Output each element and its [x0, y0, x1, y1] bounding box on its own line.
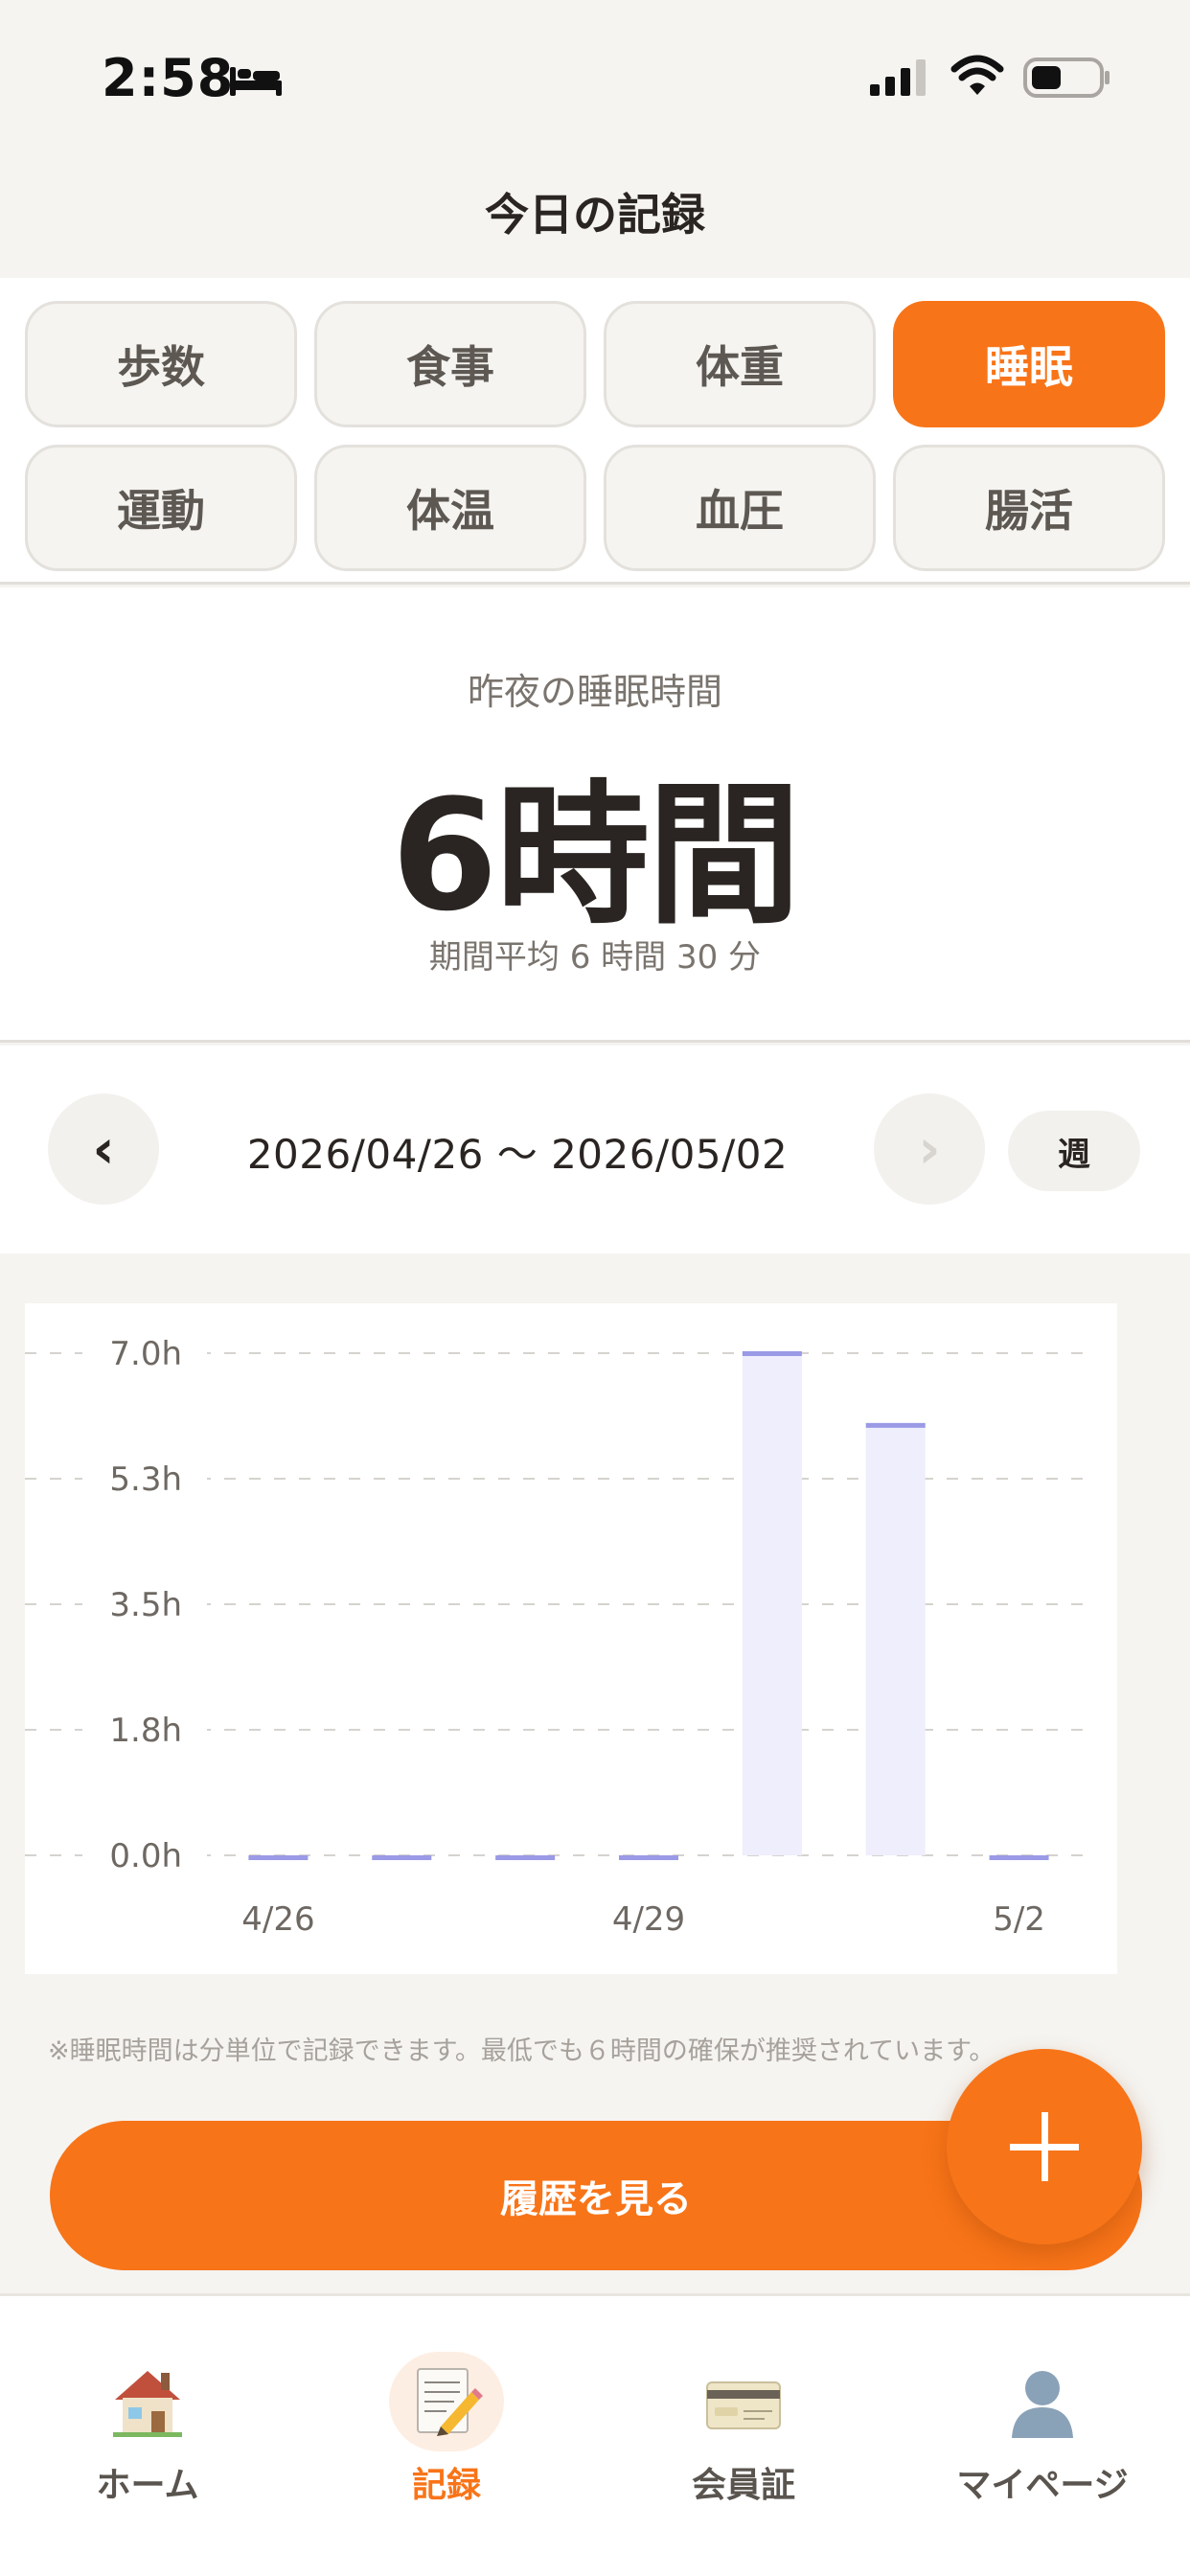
battery-icon [1023, 58, 1110, 98]
category-blood-pressure-button[interactable]: 血圧 [604, 445, 876, 571]
tab-bar: ホーム 記録 会員証 マイページ [0, 2293, 1190, 2576]
tab-member-card[interactable]: 会員証 [619, 2363, 868, 2526]
summary-value: 6時間 [391, 766, 800, 945]
chart-bar-cap [248, 1855, 309, 1860]
page-title: 今日の記録 [485, 189, 705, 241]
sleep-chart: 7.0h 5.3h 3.5h 1.8h 0.0h 4/26 4/29 5/2 [25, 1303, 1117, 1974]
person-icon [1012, 2371, 1073, 2438]
y-tick-label: 0.0h [109, 1837, 182, 1875]
tab-home[interactable]: ホーム [23, 2363, 272, 2526]
tab-mypage-label: マイページ [956, 2466, 1129, 2505]
y-tick-label: 5.3h [109, 1460, 182, 1499]
chart-bar-cap [742, 1351, 802, 1356]
y-tick-label: 3.5h [109, 1586, 182, 1624]
x-tick-label: 4/26 [241, 1900, 314, 1939]
wifi-icon [950, 55, 1004, 95]
category-weight-button[interactable]: 体重 [604, 301, 876, 427]
bed-icon [230, 67, 282, 96]
category-sleep-button[interactable]: 睡眠 [893, 301, 1165, 427]
y-tick-label: 7.0h [109, 1335, 182, 1373]
chart-bar [742, 1353, 802, 1855]
tab-member-card-label: 会員証 [691, 2466, 795, 2505]
x-tick-label: 5/2 [993, 1900, 1045, 1939]
x-tick-label: 4/29 [612, 1900, 685, 1939]
summary-average: 期間平均 6 時間 30 分 [428, 938, 762, 977]
status-time: 2:58 [102, 48, 235, 108]
signal-icon [870, 59, 926, 96]
period-range: 2026/04/26 〜 2026/05/02 [246, 1131, 789, 1178]
status-bar: 2:58 [0, 0, 1190, 144]
tab-records[interactable]: 記録 [322, 2352, 571, 2526]
card-icon [706, 2381, 781, 2429]
add-record-button[interactable] [947, 2049, 1142, 2244]
chart-bar [865, 1424, 926, 1855]
category-steps-button[interactable]: 歩数 [25, 301, 297, 427]
chart-bar-cap [495, 1855, 556, 1860]
chart-bar-cap [619, 1855, 678, 1860]
previous-period-button[interactable]: ‹ [48, 1093, 159, 1205]
y-tick-label: 1.8h [109, 1712, 182, 1750]
sleep-summary: 昨夜の睡眠時間 6時間 期間平均 6 時間 30 分 [0, 587, 1190, 1043]
category-panel: 歩数 食事 体重 睡眠 運動 体温 血圧 腸活 [0, 278, 1190, 585]
chart-bar-cap [865, 1422, 926, 1428]
next-period-button[interactable]: › [874, 1093, 985, 1205]
tab-records-label: 記録 [411, 2466, 481, 2505]
period-mode-toggle[interactable]: 週 [1008, 1111, 1140, 1191]
tab-home-label: ホーム [96, 2466, 199, 2505]
house-icon [113, 2371, 182, 2437]
category-gut-health-button[interactable]: 腸活 [893, 445, 1165, 571]
category-exercise-button[interactable]: 運動 [25, 445, 297, 571]
summary-label: 昨夜の睡眠時間 [467, 671, 722, 713]
sleep-chart-svg: 7.0h 5.3h 3.5h 1.8h 0.0h 4/26 4/29 5/2 [25, 1332, 1096, 1939]
category-temperature-button[interactable]: 体温 [314, 445, 586, 571]
period-navigation: ‹ 2026/04/26 〜 2026/05/02 › 週 [0, 1046, 1190, 1254]
plus-icon [1010, 2112, 1079, 2181]
category-meal-button[interactable]: 食事 [314, 301, 586, 427]
chart-bar-cap [989, 1855, 1049, 1860]
memo-icon [417, 2368, 483, 2436]
tab-mypage[interactable]: マイページ [918, 2363, 1167, 2526]
chart-bar-cap [372, 1855, 432, 1860]
